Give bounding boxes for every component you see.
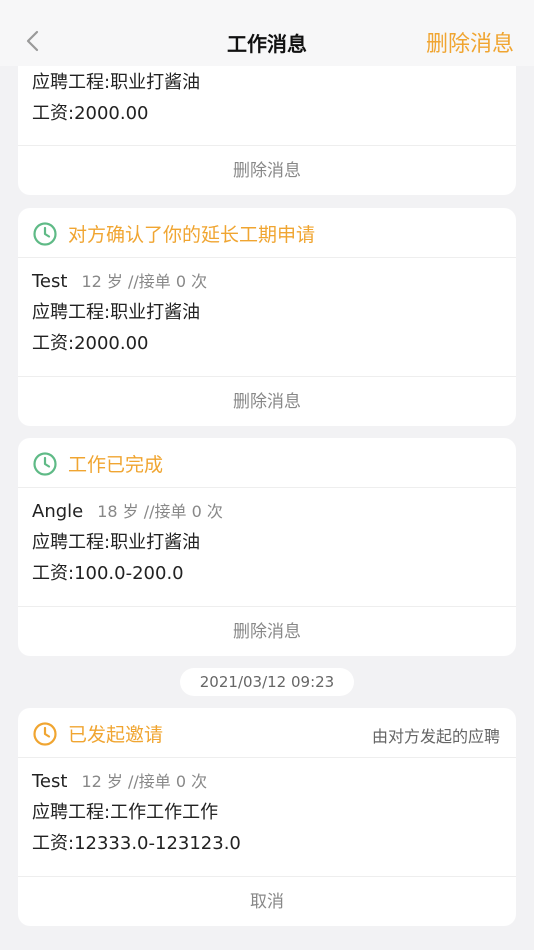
worker-meta: 18 岁 //接单 0 次: [97, 502, 223, 521]
cancel-button[interactable]: 取消: [18, 876, 516, 926]
worker-name: Test: [32, 271, 68, 292]
message-card: 已发起邀请 由对方发起的应聘 Test 12 岁 //接单 0 次 应聘工程:工作…: [18, 708, 516, 926]
card-header: 工作已完成: [18, 438, 516, 488]
message-card: 工作已完成 Angle 18 岁 //接单 0 次 应聘工程:职业打酱油 工资:1…: [18, 438, 516, 656]
worker-line: Test 12 岁 //接单 0 次: [32, 766, 502, 797]
nav-bar: 工作消息 删除消息: [0, 0, 534, 66]
project-line: 应聘工程:工作工作工作: [32, 802, 219, 823]
project-line: 应聘工程:职业打酱油: [32, 532, 201, 553]
project-line: 应聘工程:职业打酱油: [32, 72, 201, 93]
worker-line: Angle 18 岁 //接单 0 次: [32, 496, 502, 527]
delete-messages-button[interactable]: 删除消息: [426, 26, 514, 58]
application-source-note: 由对方发起的应聘: [371, 727, 500, 746]
status-text: 工作已完成: [68, 454, 164, 476]
status-text: 对方确认了你的延长工期申请: [68, 224, 316, 246]
project-line: 应聘工程:职业打酱油: [32, 302, 201, 323]
clock-icon: [33, 452, 57, 476]
salary-line: 工资:100.0-200.0: [32, 563, 184, 584]
worker-name: Angle: [32, 501, 84, 522]
delete-message-button[interactable]: 删除消息: [18, 376, 516, 426]
clock-icon: [33, 722, 57, 746]
salary-line: 工资:12333.0-123123.0: [32, 833, 241, 854]
card-header: 已发起邀请 由对方发起的应聘: [18, 708, 516, 758]
status-text: 已发起邀请: [68, 724, 164, 746]
worker-line: Test 12 岁 //接单 0 次: [32, 266, 502, 297]
clock-icon: [33, 222, 57, 246]
card-header: 对方确认了你的延长工期申请: [18, 208, 516, 258]
worker-name: Test: [32, 771, 68, 792]
delete-message-button[interactable]: 删除消息: [18, 145, 516, 195]
worker-meta: 12 岁 //接单 0 次: [81, 272, 208, 291]
timestamp-badge: 2021/03/12 09:23: [180, 668, 354, 696]
delete-message-button[interactable]: 删除消息: [18, 606, 516, 656]
message-card: 对方确认了你的延长工期申请 Test 12 岁 //接单 0 次 应聘工程:职业打…: [18, 208, 516, 426]
worker-meta: 12 岁 //接单 0 次: [81, 772, 208, 791]
salary-line: 工资:2000.00: [32, 333, 149, 354]
salary-line: 工资:2000.00: [32, 103, 149, 124]
